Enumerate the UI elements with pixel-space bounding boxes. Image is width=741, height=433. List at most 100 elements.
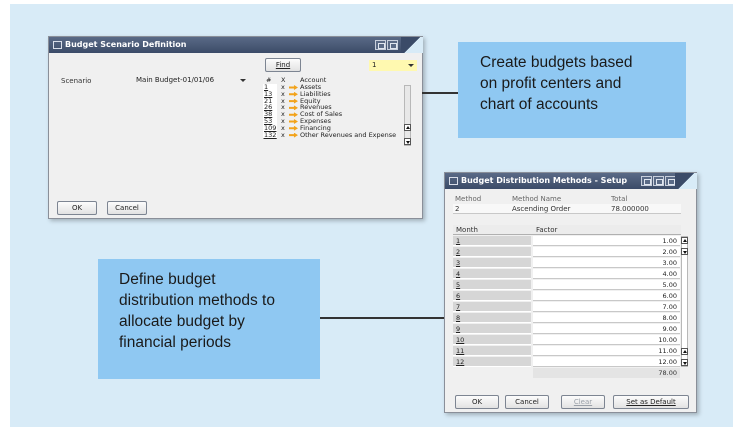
table-row[interactable]: 2 2.00 [453,247,681,257]
row-factor[interactable]: 10.00 [533,335,680,345]
row-factor[interactable]: 11.00 [533,346,680,356]
arrow-right-icon[interactable] [289,119,298,124]
close-icon[interactable] [387,40,398,50]
row-factor[interactable]: 3.00 [533,258,680,268]
distribution-titlebar: Budget Distribution Methods - Setup [445,173,697,189]
factor-grid-scrollbar[interactable] [681,236,688,367]
row-month: 12 [453,357,531,367]
row-month: 3 [453,258,531,268]
set-as-default-button[interactable]: Set as Default [613,395,689,409]
method-value[interactable]: 2 [455,205,459,213]
table-row[interactable]: 5 5.00 [453,280,681,290]
row-month: 11 [453,346,531,356]
table-row[interactable]: 10 10.00 [453,335,681,345]
arrow-right-icon[interactable] [289,91,298,97]
scroll-up-icon[interactable] [404,124,411,131]
row-factor[interactable]: 12.00 [533,357,680,367]
chevron-down-icon [408,64,414,67]
account-grid-scrollbar[interactable] [404,85,411,146]
table-row[interactable]: 4 4.00 [453,269,681,279]
cancel-button[interactable]: Cancel [107,201,147,215]
row-account: Other Revenues and Expense [300,130,397,139]
minimize-icon[interactable] [375,40,386,50]
arrow-right-icon[interactable] [289,132,298,138]
row-factor[interactable]: 2.00 [533,247,680,257]
set-as-default-button-label: Set as Default [626,398,676,406]
scroll-up-icon[interactable] [681,348,688,355]
account-grid: # X Account 1 x Assets 13 x Liabilities … [263,77,413,149]
scroll-down-icon[interactable] [681,248,688,255]
arrow-right-icon[interactable] [289,125,298,131]
window-icon [53,41,62,49]
total-value: 78.000000 [611,205,649,213]
callout-line: on profit centers and [480,75,622,92]
table-row[interactable]: 11 11.00 [453,346,681,356]
row-month: 6 [453,291,531,301]
scroll-up-icon[interactable] [681,237,688,244]
row-factor[interactable]: 6.00 [533,291,680,301]
row-month: 9 [453,324,531,334]
arrow-right-icon[interactable] [289,105,298,111]
find-button[interactable]: Find [265,58,301,72]
row-month: 4 [453,269,531,279]
factor-grid: Month Factor 1 1.00 2 2.00 3 3.00 4 4.00… [453,225,688,381]
clear-button[interactable]: Clear [561,395,605,409]
method-name-header: Method Name [512,195,562,203]
row-factor[interactable]: 8.00 [533,313,680,323]
row-x: x [281,130,285,139]
ok-button-label: OK [471,398,483,406]
grid-total-value: 78.00 [658,369,677,377]
scenario-titlebar: Budget Scenario Definition [49,37,423,53]
cancel-button-label: Cancel [515,398,539,406]
arrow-right-icon[interactable] [289,85,298,90]
table-row[interactable]: 9 9.00 [453,324,681,334]
window-icon [449,177,458,185]
ok-button[interactable]: OK [57,201,97,215]
row-num[interactable]: 132 [263,131,277,140]
row-factor[interactable]: 5.00 [533,280,680,290]
callout-budgets: Create budgets based on profit centers a… [458,42,686,138]
method-name-value[interactable]: Ascending Order [512,205,570,213]
table-row[interactable]: 6 6.00 [453,291,681,301]
chevron-down-icon [240,79,246,82]
budget-scenario-window: Budget Scenario Definition Find 1 Scenar… [48,36,423,219]
row-factor[interactable]: 7.00 [533,302,680,312]
titlebar-edge [675,173,697,189]
table-row[interactable]: 12 12.00 [453,357,681,367]
maximize-icon[interactable] [653,176,664,186]
grid-total-row: 78.00 [533,368,680,378]
distribution-window-title: Budget Distribution Methods - Setup [461,176,628,185]
table-row[interactable]: 3 3.00 [453,258,681,268]
callout-line: distribution methods to [119,292,275,309]
find-combo-value: 1 [372,61,377,69]
callout-connector [320,317,446,319]
callout-line: Create budgets based [480,54,633,71]
method-value-row: 2 Ascending Order 78.000000 [453,204,681,214]
clear-button-label: Clear [573,398,593,406]
cancel-button-label: Cancel [115,204,139,212]
table-row[interactable]: 8 8.00 [453,313,681,323]
titlebar-edge [401,37,423,53]
factor-header: Factor [536,226,558,234]
row-factor[interactable]: 9.00 [533,324,680,334]
callout-distribution: Define budget distribution methods to al… [98,259,320,379]
scroll-down-icon[interactable] [404,138,411,145]
row-month: 5 [453,280,531,290]
cancel-button[interactable]: Cancel [505,395,549,409]
scenario-select-value: Main Budget-01/01/06 [136,76,215,84]
row-factor[interactable]: 4.00 [533,269,680,279]
row-month: 1 [453,236,531,246]
callout-line: allocate budget by [119,313,245,330]
row-month: 2 [453,247,531,257]
table-row[interactable]: 7 7.00 [453,302,681,312]
scroll-down-icon[interactable] [681,359,688,366]
find-combo[interactable]: 1 [369,60,417,71]
arrow-right-icon[interactable] [289,98,298,104]
find-button-label: Find [275,61,291,69]
arrow-right-icon[interactable] [289,112,298,118]
ok-button[interactable]: OK [455,395,499,409]
minimize-icon[interactable] [641,176,652,186]
row-factor[interactable]: 1.00 [533,236,680,246]
scenario-select[interactable]: Main Budget-01/01/06 [133,75,249,86]
table-row[interactable]: 1 1.00 [453,236,681,246]
